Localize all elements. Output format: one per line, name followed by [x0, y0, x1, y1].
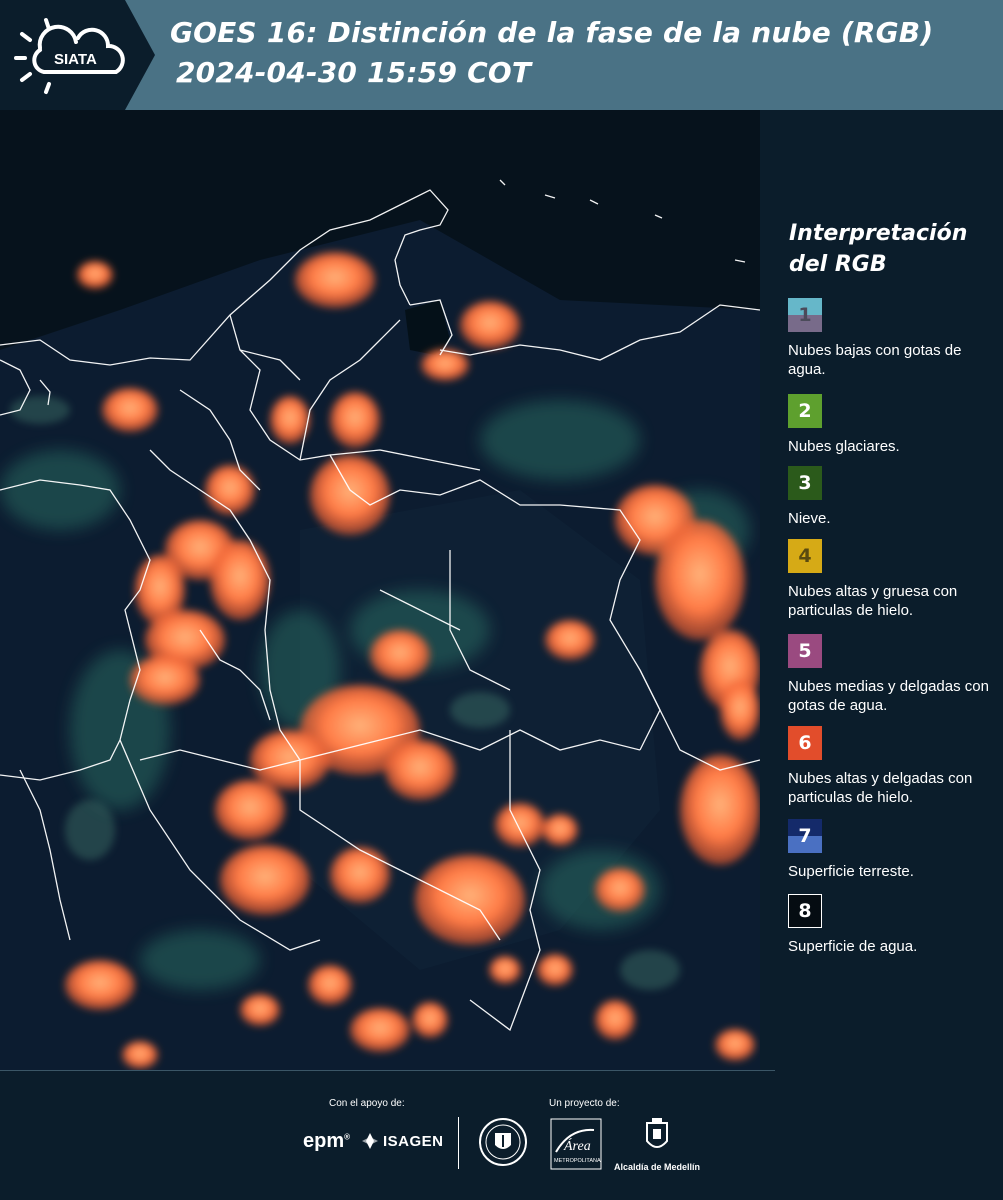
footer-divider: [0, 1070, 775, 1071]
swatch-7: 7: [788, 819, 822, 853]
legend-label: Nubes bajas con gotas de agua.: [788, 342, 962, 378]
timestamp: 2024-04-30 15:59 COT: [176, 56, 532, 89]
swatch-2: 2: [788, 394, 822, 428]
legend-label: Nubes glaciares.: [788, 438, 900, 455]
swatch-number: 8: [798, 900, 812, 922]
isagen-logo: ISAGEN: [361, 1132, 444, 1150]
area-text: Área: [563, 1137, 591, 1154]
swatch-number: 6: [798, 732, 812, 754]
legend-label: Nubes altas y delgadas con particulas de…: [788, 770, 973, 806]
swatch-number: 2: [798, 400, 812, 422]
area-metropolitana-logo: Área METROPOLITANA: [550, 1118, 602, 1170]
legend-item-6: 6 Nubes altas y delgadas con particulas …: [788, 726, 998, 807]
page-title: GOES 16: Distinción de la fase de la nub…: [170, 16, 934, 49]
swatch-5: 5: [788, 634, 822, 668]
alcaldia-logo: Alcaldía de Medellín: [612, 1117, 702, 1173]
legend-panel: Interpretación del RGB 1 Nubes bajas con…: [760, 110, 1003, 1070]
legend-item-8: 8 Superficie de agua.: [788, 894, 998, 956]
swatch-6: 6: [788, 726, 822, 760]
area-subtext: METROPOLITANA: [554, 1158, 601, 1164]
rgb-composite-image: [0, 110, 760, 1070]
swatch-number: 5: [798, 640, 812, 662]
legend-label: Nubes medias y delgadas con gotas de agu…: [788, 678, 989, 714]
swatch-number: 1: [798, 304, 812, 326]
swatch-8: 8: [788, 894, 822, 928]
legend-item-1: 1 Nubes bajas con gotas de agua.: [788, 298, 998, 379]
isagen-icon: [362, 1133, 378, 1149]
legend-label: Superficie terreste.: [788, 863, 914, 880]
footer-separator: [458, 1117, 459, 1169]
legend-item-3: 3 Nieve.: [788, 466, 998, 528]
epm-logo: epm®: [303, 1130, 351, 1152]
coat-of-arms-icon: [646, 1118, 668, 1148]
legend-label: Nubes altas y gruesa con particulas de h…: [788, 583, 958, 619]
support-label: Con el apoyo de:: [329, 1098, 405, 1109]
siata-logo: SIATA: [0, 0, 155, 110]
sun-cloud-icon: SIATA: [14, 18, 125, 94]
legend-label: Nieve.: [788, 510, 831, 527]
swatch-number: 7: [798, 825, 812, 847]
swatch-3: 3: [788, 466, 822, 500]
legend-item-4: 4 Nubes altas y gruesa con particulas de…: [788, 539, 998, 620]
legend-title: Interpretación del RGB: [789, 221, 968, 277]
legend-label: Superficie de agua.: [788, 938, 918, 955]
epm-text: epm: [303, 1130, 345, 1152]
satellite-map: [0, 110, 760, 1070]
isagen-text: ISAGEN: [383, 1132, 444, 1150]
legend-item-5: 5 Nubes medias y delgadas con gotas de a…: [788, 634, 998, 715]
project-label: Un proyecto de:: [549, 1098, 620, 1109]
footer: Con el apoyo de: Un proyecto de: epm® IS…: [0, 1070, 1003, 1200]
swatch-4: 4: [788, 539, 822, 573]
swatch-number: 4: [798, 545, 812, 567]
area-metropolitana-icon: Área METROPOLITANA: [550, 1118, 602, 1170]
legend-item-2: 2 Nubes glaciares.: [788, 394, 998, 456]
university-seal-icon: [479, 1118, 527, 1166]
legend-item-7: 7 Superficie terreste.: [788, 819, 998, 881]
swatch-1: 1: [788, 298, 822, 332]
header-bar: SIATA GOES 16: Distinción de la fase de …: [0, 0, 1003, 110]
swatch-number: 3: [798, 472, 812, 494]
alcaldia-text: Alcaldía de Medellín: [613, 1162, 701, 1172]
logo-text: SIATA: [54, 51, 97, 68]
